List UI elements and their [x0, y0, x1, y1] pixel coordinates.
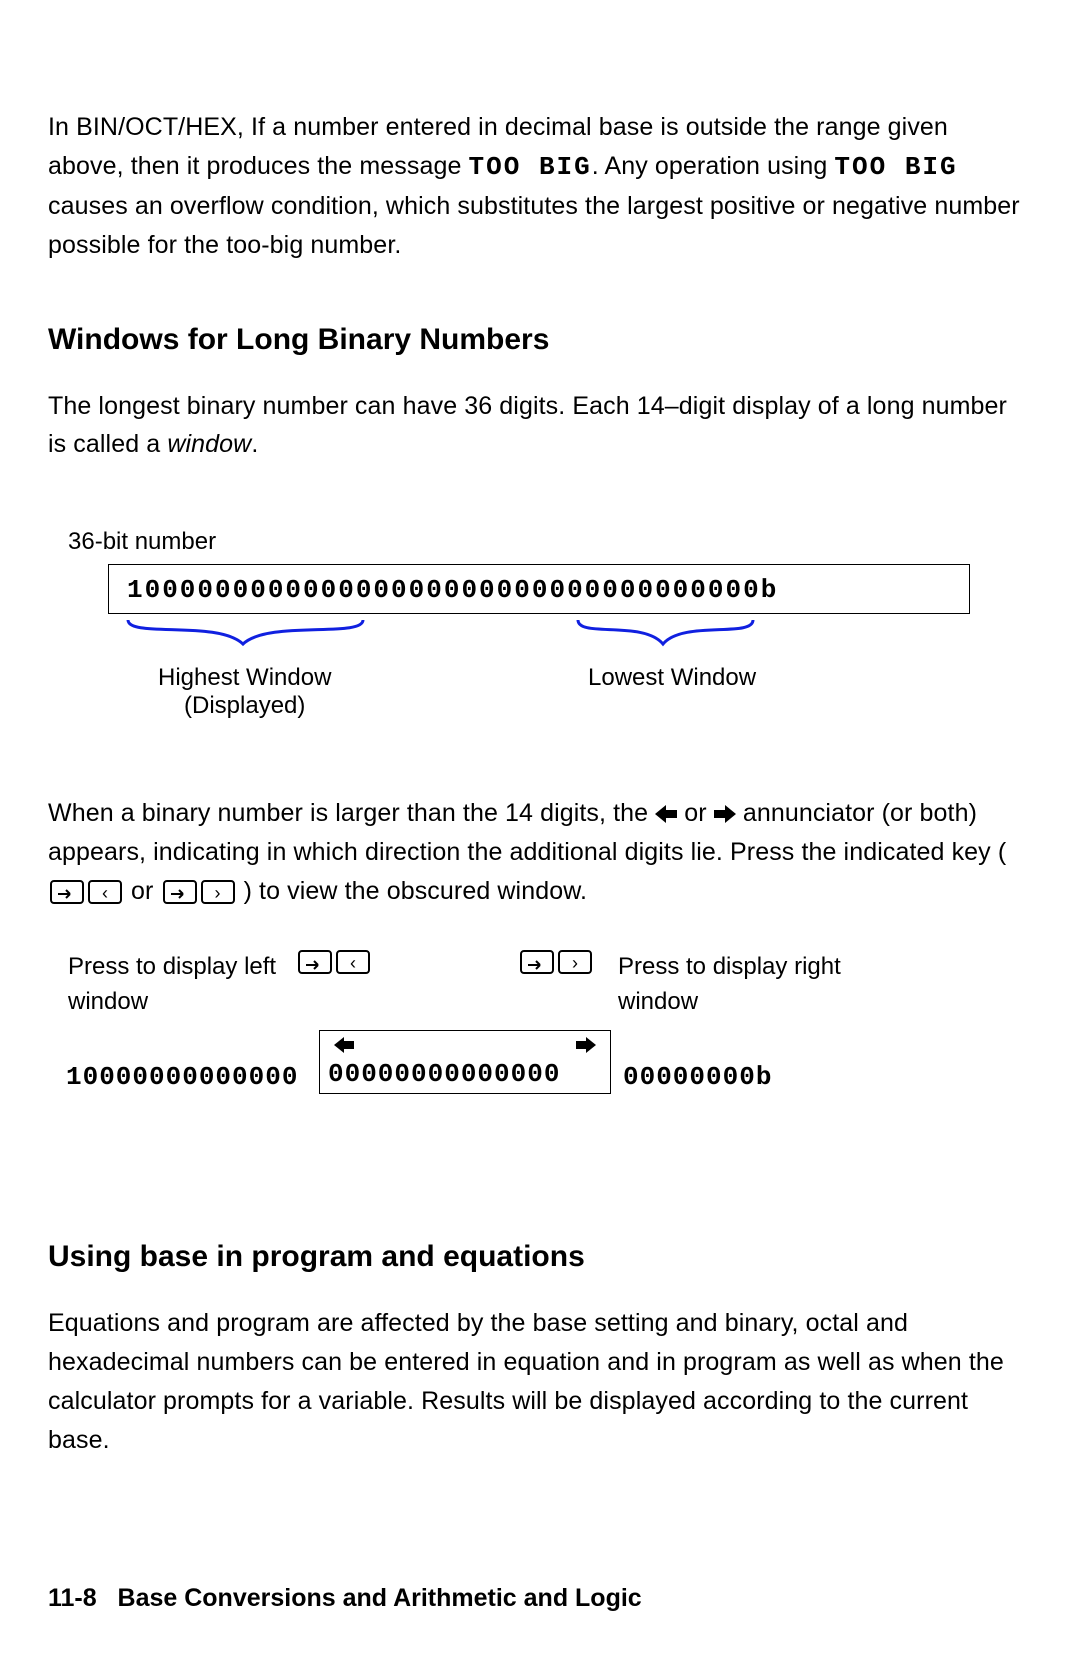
key-shift [163, 880, 197, 904]
label-highest-window: Highest Window (Displayed) [158, 664, 331, 720]
heading-windows: Windows for Long Binary Numbers [48, 323, 1020, 357]
brace-right-icon [578, 620, 753, 644]
paragraph-using-base: Equations and program are affected by th… [48, 1304, 1020, 1459]
shift-arrow-icon [56, 887, 78, 901]
display-segment-right: 00000000b [623, 1062, 772, 1092]
arrow-left-icon [334, 1037, 354, 1053]
key-shift [520, 950, 554, 974]
brace-svg [48, 614, 1008, 662]
display-box-mid: 00000000000000 [319, 1030, 611, 1094]
brace-left-icon [128, 620, 363, 644]
message-too-big: TOO BIG [469, 152, 592, 182]
arrow-left-icon [655, 805, 677, 823]
heading-using-base: Using base in program and equations [48, 1240, 1020, 1274]
text-italic: window [167, 430, 251, 458]
key-cluster-left: ‹ [296, 950, 372, 974]
paragraph-windows-intro: The longest binary number can have 36 di… [48, 387, 1020, 465]
shift-arrow-icon [304, 958, 326, 972]
text: or [131, 877, 160, 905]
figure-36bit-number: 36-bit number 10000000000000000000000000… [48, 528, 1020, 734]
key-cluster-right: › [518, 950, 594, 974]
label-lowest-window: Lowest Window [588, 664, 756, 692]
label-press-right: Press to display right window [618, 950, 841, 1020]
message-too-big: TOO BIG [834, 152, 957, 182]
shift-arrow-icon [526, 958, 548, 972]
display-segment-left: 10000000000000 [66, 1062, 298, 1092]
text: causes an overflow condition, which subs… [48, 192, 1020, 259]
text: or [684, 799, 713, 827]
key-shift [50, 880, 84, 904]
text: When a binary number is larger than the … [48, 799, 655, 827]
key-right-angle: › [558, 950, 592, 974]
key-shift [298, 950, 332, 974]
shift-arrow-icon [169, 887, 191, 901]
document-page: In BIN/OCT/HEX, If a number entered in d… [0, 0, 1080, 1673]
figure-window-scroll: Press to display left window ‹ › Press t… [48, 950, 1020, 1150]
key-left-angle: ‹ [88, 880, 122, 904]
key-left-angle: ‹ [336, 950, 370, 974]
arrow-right-icon [576, 1037, 596, 1053]
text: . Any operation using [592, 152, 835, 180]
text: ) to view the obscured window. [244, 877, 587, 905]
page-footer: 11-8 Base Conversions and Arithmetic and… [48, 1584, 642, 1613]
footer-page-number: 11-8 [48, 1584, 97, 1612]
footer-chapter-title: Base Conversions and Arithmetic and Logi… [118, 1584, 642, 1612]
display-box: 100000000000000000000000000000000000b [108, 564, 970, 614]
arrow-right-icon [714, 805, 736, 823]
display-number: 100000000000000000000000000000000000b [127, 575, 778, 605]
key-right-angle: › [201, 880, 235, 904]
display-segment-mid: 00000000000000 [328, 1059, 560, 1089]
paragraph-overflow: In BIN/OCT/HEX, If a number entered in d… [48, 108, 1020, 265]
text: . [251, 430, 258, 458]
figure-caption-top: 36-bit number [68, 528, 1020, 556]
paragraph-annunciator: When a binary number is larger than the … [48, 794, 1020, 910]
label-press-left: Press to display left window [68, 950, 276, 1020]
